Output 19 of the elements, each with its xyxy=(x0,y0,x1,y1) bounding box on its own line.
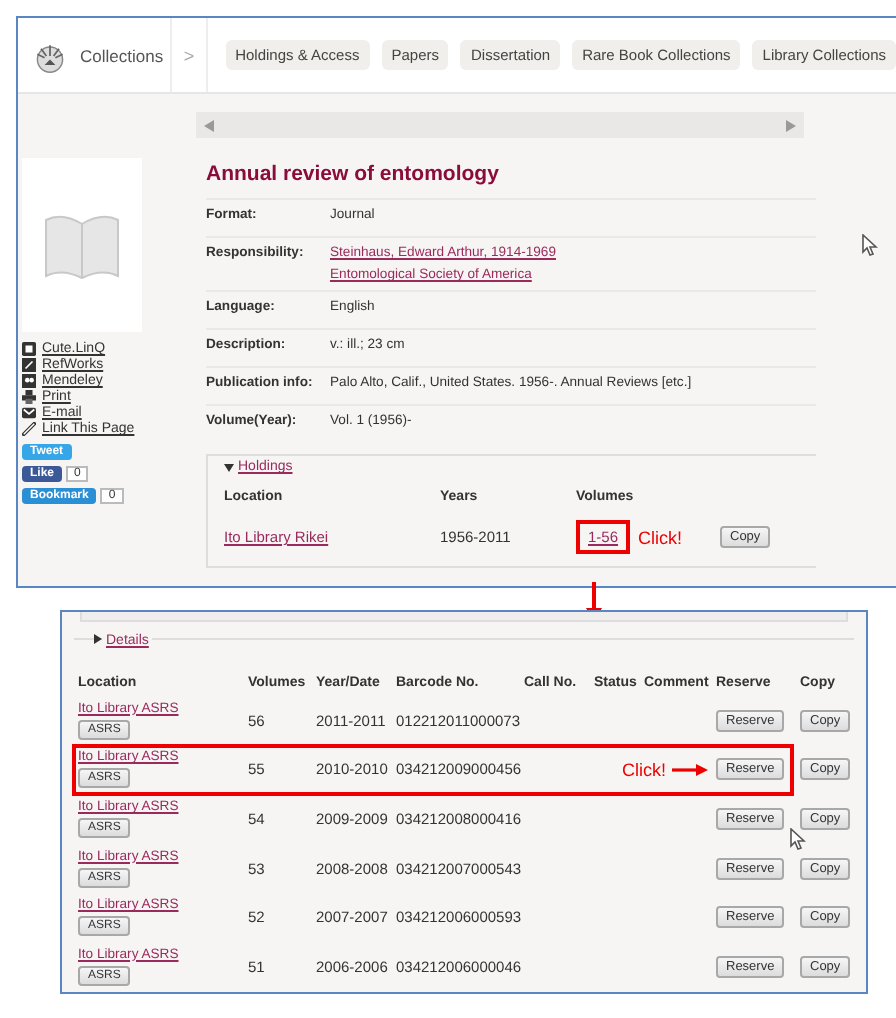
collapsed-triangle-icon[interactable] xyxy=(94,634,102,644)
open-book-icon xyxy=(42,211,122,279)
callout-text: Click! xyxy=(622,759,666,780)
scroll-left-icon[interactable] xyxy=(204,119,214,131)
callout-arrow xyxy=(672,763,708,776)
site-title[interactable]: Collections xyxy=(80,45,164,65)
horizontal-scrollbar[interactable] xyxy=(196,112,804,138)
envelope-icon xyxy=(22,406,36,420)
mouse-pointer-icon xyxy=(862,234,878,256)
breadcrumb-separator: > xyxy=(172,18,208,92)
scroll-right-icon[interactable] xyxy=(786,119,796,131)
record-title: Annual review of entomology xyxy=(206,162,501,186)
expanded-triangle-icon[interactable] xyxy=(224,463,234,471)
link-icon xyxy=(22,422,36,436)
people-icon xyxy=(22,374,36,388)
callout-text: Click! xyxy=(638,527,683,547)
print-icon xyxy=(22,390,36,404)
cl-square-icon xyxy=(22,342,36,356)
mouse-pointer-icon xyxy=(790,828,806,850)
